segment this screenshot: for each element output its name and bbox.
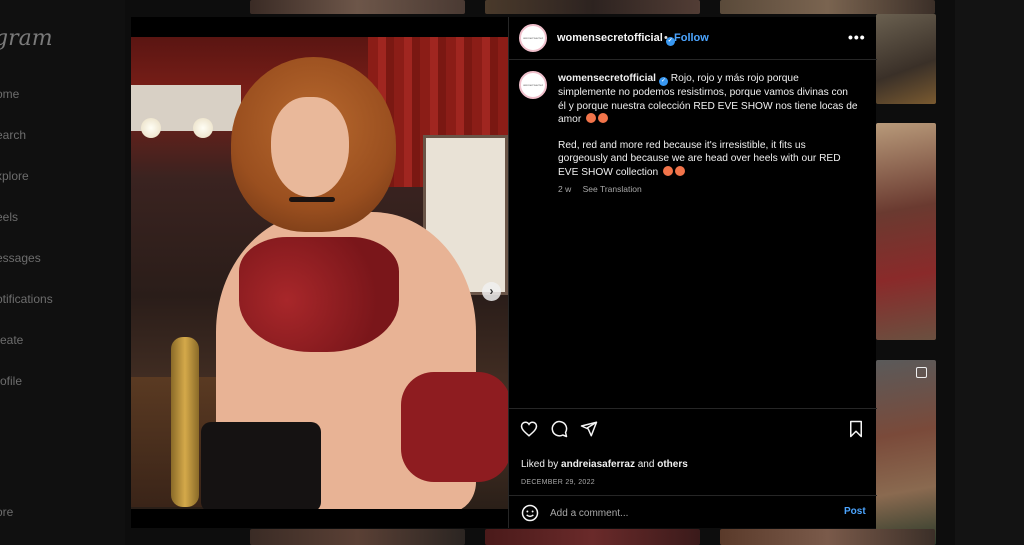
feed-thumbnail[interactable] — [250, 529, 465, 545]
sidebar-item-create[interactable]: reate — [0, 333, 23, 347]
post-details-panel: women'secret womensecretofficial ✓ • Foll… — [508, 17, 877, 528]
share-icon[interactable] — [580, 420, 598, 438]
heart-eyes-emoji-icon — [598, 113, 609, 123]
feed-thumbnail[interactable] — [876, 360, 936, 545]
separator: • — [664, 32, 668, 44]
sidebar-item-notifications[interactable]: otifications — [0, 292, 53, 306]
post-comment-button[interactable]: Post — [844, 506, 866, 517]
photo-stool — [201, 422, 321, 509]
carousel-next-button[interactable]: › — [482, 282, 501, 301]
sidebar-item-more[interactable]: ore — [0, 505, 13, 519]
right-backdrop — [955, 0, 1024, 545]
photo-bulb — [141, 118, 161, 138]
feed-thumbnail[interactable] — [876, 14, 936, 104]
post-time-ago: 2 w — [558, 184, 572, 194]
save-bookmark-icon[interactable] — [847, 420, 865, 438]
header-username[interactable]: womensecretofficial ✓ — [557, 32, 675, 46]
caption-meta: 2 w See Translation — [558, 184, 651, 194]
avatar[interactable]: women'secret — [519, 24, 547, 52]
liked-by-prefix: Liked by — [521, 459, 559, 470]
comment-icon[interactable] — [550, 420, 568, 438]
sidebar-item-messages[interactable]: essages — [0, 251, 41, 265]
emoji-icon[interactable] — [521, 504, 539, 522]
instagram-logo[interactable]: gram — [0, 26, 53, 51]
comment-input[interactable] — [550, 505, 820, 521]
sidebar: gram ome earch xplore eels essages otifi… — [0, 0, 125, 545]
username-text[interactable]: womensecretofficial — [557, 32, 663, 44]
follow-button[interactable]: Follow — [674, 32, 709, 44]
liked-by: Liked by andreiasaferraz and others — [521, 459, 688, 470]
sidebar-item-search[interactable]: earch — [0, 128, 26, 142]
feed-thumbnail[interactable] — [250, 0, 465, 14]
photo-face — [271, 97, 349, 197]
heart-eyes-emoji-icon — [586, 113, 597, 123]
post-header: women'secret womensecretofficial ✓ • Foll… — [509, 17, 877, 60]
feed-thumbnail[interactable] — [720, 0, 935, 14]
avatar-text: women'secret — [523, 83, 543, 87]
carousel-icon — [916, 367, 927, 378]
post-caption: womensecretofficial ✓ Rojo, rojo y más ro… — [558, 72, 858, 191]
feed-thumbnail[interactable] — [876, 123, 936, 340]
see-translation-link[interactable]: See Translation — [583, 184, 642, 194]
comment-row: Post — [509, 495, 877, 528]
heart-eyes-emoji-icon — [663, 165, 674, 176]
post-modal: › women'secret womensecretofficial ✓ • Fo… — [131, 17, 877, 528]
post-date[interactable]: DECEMBER 29, 2022 — [521, 479, 595, 486]
caption-text-en: Red, red and more red because it's irres… — [558, 139, 841, 178]
feed-thumbnail[interactable] — [485, 529, 700, 545]
feed-thumbnail[interactable] — [485, 0, 700, 14]
heart-eyes-emoji-icon — [675, 165, 686, 176]
avatar-text: women'secret — [523, 36, 543, 40]
photo-lingerie — [401, 372, 508, 482]
caption-username[interactable]: womensecretofficial — [558, 73, 656, 84]
sidebar-item-reels[interactable]: eels — [0, 210, 18, 224]
sidebar-item-home[interactable]: ome — [0, 87, 19, 101]
feed-thumbnail[interactable] — [720, 529, 935, 545]
photo-lamp — [171, 337, 199, 507]
liked-by-user[interactable]: andreiasaferraz — [561, 459, 635, 470]
photo-choker — [289, 197, 335, 202]
photo-lingerie — [239, 237, 399, 352]
caption-avatar[interactable]: women'secret — [519, 71, 547, 99]
photo-bulb — [193, 118, 213, 138]
liked-by-others[interactable]: others — [657, 459, 688, 470]
sidebar-item-profile[interactable]: rofile — [0, 374, 22, 388]
liked-by-and: and — [637, 459, 655, 470]
more-options-icon[interactable]: ••• — [848, 29, 866, 45]
post-photo[interactable]: › — [131, 37, 508, 509]
verified-icon: ✓ — [658, 77, 668, 86]
like-heart-icon[interactable] — [520, 420, 538, 438]
sidebar-item-explore[interactable]: xplore — [0, 169, 29, 183]
